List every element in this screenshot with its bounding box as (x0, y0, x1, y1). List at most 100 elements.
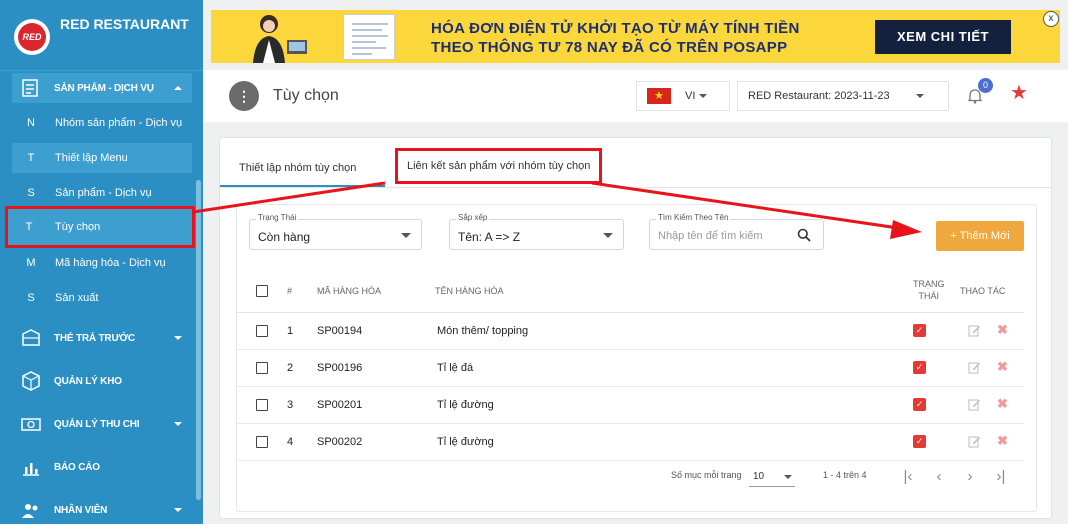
sidebar-group-prepaid-card[interactable]: THẺ TRẢ TRƯỚC (12, 323, 192, 353)
next-page-icon[interactable]: › (960, 467, 980, 487)
sidebar-group-label: QUẢN LÝ THU CHI (54, 418, 140, 430)
bar-chart-icon (23, 463, 39, 476)
store-selector[interactable]: RED Restaurant: 2023-11-23 (737, 81, 949, 111)
tabs-divider (220, 187, 1051, 188)
row-code: SP00194 (317, 325, 363, 337)
delete-icon[interactable]: ✖ (997, 433, 1008, 449)
tab-option-groups[interactable]: Thiết lập nhóm tùy chọn (239, 152, 369, 184)
page-range: 1 - 4 trên 4 (823, 470, 867, 480)
status-checked-icon[interactable]: ✓ (913, 361, 926, 374)
column-index: # (287, 286, 293, 296)
sidebar-item-letter: M (26, 257, 36, 269)
row-index: 2 (287, 362, 294, 374)
tab-link-products[interactable]: Liên kết sản phẩm với nhóm tùy chọn (395, 148, 603, 184)
sidebar-item-label: Sản xuất (55, 292, 99, 304)
column-actions: THAO TÁC (960, 286, 1006, 296)
status-checked-icon[interactable]: ✓ (913, 435, 926, 448)
delete-icon[interactable]: ✖ (997, 359, 1008, 375)
sidebar-item-label: Mã hàng hóa - Dịch vụ (55, 257, 166, 269)
sidebar-item-label: Tùy chọn (55, 221, 101, 233)
invoice-document-image (343, 14, 395, 60)
chevron-down-icon (401, 233, 411, 238)
sidebar-group-label: THẺ TRẢ TRƯỚC (54, 332, 135, 344)
per-page-value: 10 (753, 471, 765, 482)
sidebar-header: RED RED RESTAURANT (0, 0, 203, 70)
sidebar-group-label: QUẢN LÝ KHO (54, 375, 122, 387)
column-status-line1: TRẠNG (913, 279, 945, 289)
brand-logo[interactable]: RED (14, 19, 50, 55)
edit-icon[interactable] (968, 435, 981, 448)
row-checkbox[interactable] (256, 325, 268, 337)
search-label: Tìm Kiếm Theo Tên (656, 213, 731, 222)
per-page-select[interactable]: 10 (749, 467, 795, 487)
more-menu-icon[interactable]: ⋮ (229, 81, 259, 111)
row-name: Tỉ lệ đường (437, 436, 494, 448)
sidebar-group-staff[interactable]: NHÂN VIÊN (12, 495, 192, 524)
row-code: SP00196 (317, 362, 363, 374)
search-placeholder: Nhập tên để tìm kiếm (658, 230, 763, 242)
status-filter-label: Trạng Thái (256, 213, 299, 222)
status-checked-icon[interactable]: ✓ (913, 324, 926, 337)
page-title: Tùy chọn (273, 87, 339, 104)
sidebar-scrollbar[interactable] (196, 180, 201, 500)
first-page-icon[interactable]: |‹ (898, 467, 918, 487)
sidebar-item-options[interactable]: T Tùy chọn (5, 206, 195, 248)
sidebar-group-products[interactable]: SẢN PHẨM - DỊCH VỤ (12, 73, 192, 103)
language-selector[interactable]: ★ VI (636, 81, 730, 111)
add-new-button[interactable]: + Thêm Mới (936, 221, 1024, 251)
search-input[interactable]: Tìm Kiếm Theo Tên Nhập tên để tìm kiếm (649, 213, 824, 250)
row-name: Tỉ lệ đá (437, 362, 474, 374)
sort-select[interactable]: Sắp xếp Tên: A => Z (449, 213, 624, 250)
banner-details-button[interactable]: XEM CHI TIẾT (875, 20, 1011, 54)
column-status: TRẠNG THÁI (913, 278, 945, 302)
status-filter-value: Còn hàng (258, 230, 311, 244)
banner-line-1: HÓA ĐƠN ĐIỆN TỬ KHỞI TẠO TỪ MÁY TÍNH TIỀ… (431, 20, 800, 37)
row-name: Món thêm/ topping (437, 325, 529, 337)
notification-badge: 0 (978, 78, 993, 93)
edit-icon[interactable] (968, 361, 981, 374)
row-checkbox[interactable] (256, 362, 268, 374)
table-header: # MÃ HÀNG HÓA TÊN HÀNG HÓA TRẠNG THÁI TH… (237, 271, 1024, 313)
favorite-star-icon[interactable]: ★ (1010, 83, 1028, 103)
sidebar-item-production[interactable]: S Sản xuất (12, 283, 192, 313)
row-checkbox[interactable] (256, 399, 268, 411)
table-row[interactable]: 3 SP00201 Tỉ lệ đường ✓ ✖ (237, 387, 1024, 424)
table-row[interactable]: 4 SP00202 Tỉ lệ đường ✓ ✖ (237, 424, 1024, 461)
select-all-checkbox[interactable] (256, 285, 268, 297)
chevron-down-icon (603, 233, 613, 238)
caret-down-icon (174, 508, 182, 512)
sidebar-group-label: SẢN PHẨM - DỊCH VỤ (54, 82, 154, 94)
table-row[interactable]: 1 SP00194 Món thêm/ topping ✓ ✖ (237, 313, 1024, 350)
sidebar-item-letter: S (27, 187, 35, 199)
status-checked-icon[interactable]: ✓ (913, 398, 926, 411)
table-row[interactable]: 2 SP00196 Tỉ lệ đá ✓ ✖ (237, 350, 1024, 387)
sidebar-group-finance[interactable]: QUẢN LÝ THU CHI (12, 409, 192, 439)
sidebar-item-letter: N (27, 117, 35, 129)
row-code: SP00201 (317, 399, 363, 411)
last-page-icon[interactable]: ›| (991, 467, 1011, 487)
edit-icon[interactable] (968, 398, 981, 411)
sidebar-group-reports[interactable]: BÁO CÁO (12, 452, 192, 482)
cash-icon (21, 418, 41, 431)
search-icon[interactable] (797, 228, 811, 242)
prev-page-icon[interactable]: ‹ (929, 467, 949, 487)
cashier-person-illustration (253, 15, 307, 63)
promo-banner[interactable]: HÓA ĐƠN ĐIỆN TỬ KHỞI TẠO TỪ MÁY TÍNH TIỀ… (211, 10, 1060, 63)
sidebar-item-product-codes[interactable]: M Mã hàng hóa - Dịch vụ (12, 248, 192, 278)
column-code: MÃ HÀNG HÓA (317, 286, 382, 296)
column-status-line2: THÁI (918, 291, 939, 301)
banner-close-button[interactable]: x (1043, 11, 1059, 27)
sidebar-item-product-groups[interactable]: N Nhóm sản phẩm - Dịch vụ (12, 108, 192, 138)
sidebar-item-menu-setup[interactable]: T Thiết lập Menu (12, 143, 192, 173)
sidebar-item-products[interactable]: S Sản phẩm - Dịch vụ (12, 178, 192, 208)
sidebar-group-label: BÁO CÁO (54, 461, 100, 473)
status-filter-select[interactable]: Trạng Thái Còn hàng (249, 213, 422, 250)
sidebar-item-label: Nhóm sản phẩm - Dịch vụ (55, 117, 183, 129)
row-checkbox[interactable] (256, 436, 268, 448)
edit-icon[interactable] (968, 324, 981, 337)
page-header: ⋮ Tùy chọn ★ VI RED Restaurant: 2023-11-… (203, 70, 1068, 122)
delete-icon[interactable]: ✖ (997, 396, 1008, 412)
sidebar-group-warehouse[interactable]: QUẢN LÝ KHO (12, 366, 192, 396)
delete-icon[interactable]: ✖ (997, 322, 1008, 338)
column-name: TÊN HÀNG HÓA (435, 286, 504, 296)
